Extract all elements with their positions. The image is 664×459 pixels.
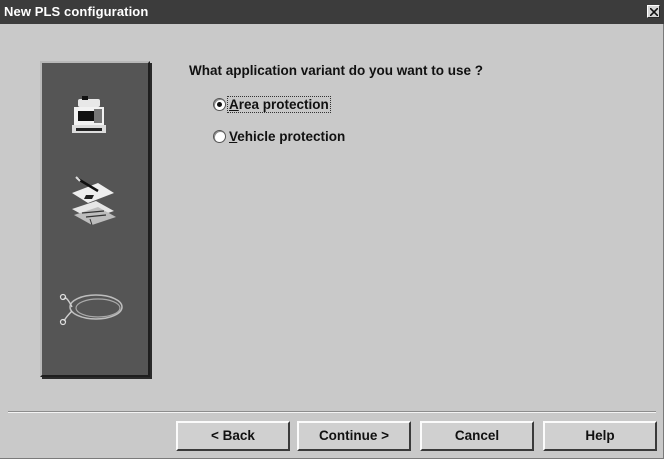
write-configuration-icon	[72, 176, 116, 226]
scanner-device-icon	[72, 96, 106, 133]
vehicle-protection-radio[interactable]	[213, 130, 226, 143]
area-protection-label-rest: rea protection	[238, 97, 329, 112]
separator-line	[8, 411, 656, 413]
radio-selected-dot	[217, 102, 222, 107]
dialog-window: New PLS configuration What application v…	[0, 0, 664, 459]
cable-connection-icon	[59, 293, 123, 326]
wizard-side-panel	[40, 61, 150, 377]
title-bar[interactable]: New PLS configuration	[0, 0, 664, 24]
back-button[interactable]: < Back	[176, 421, 290, 451]
vehicle-protection-label-rest: ehicle protection	[237, 129, 346, 144]
area-protection-radio[interactable]	[213, 98, 226, 111]
cancel-button[interactable]: Cancel	[420, 421, 534, 451]
area-protection-label: Area protection	[227, 96, 331, 113]
close-icon	[650, 8, 658, 16]
help-button[interactable]: Help	[543, 421, 657, 451]
vehicle-protection-label: Vehicle protection	[229, 129, 345, 144]
question-label: What application variant do you want to …	[189, 63, 484, 78]
continue-button[interactable]: Continue >	[297, 421, 411, 451]
window-title: New PLS configuration	[4, 4, 149, 19]
close-button[interactable]	[647, 5, 660, 18]
accelerator-key: A	[229, 97, 239, 112]
